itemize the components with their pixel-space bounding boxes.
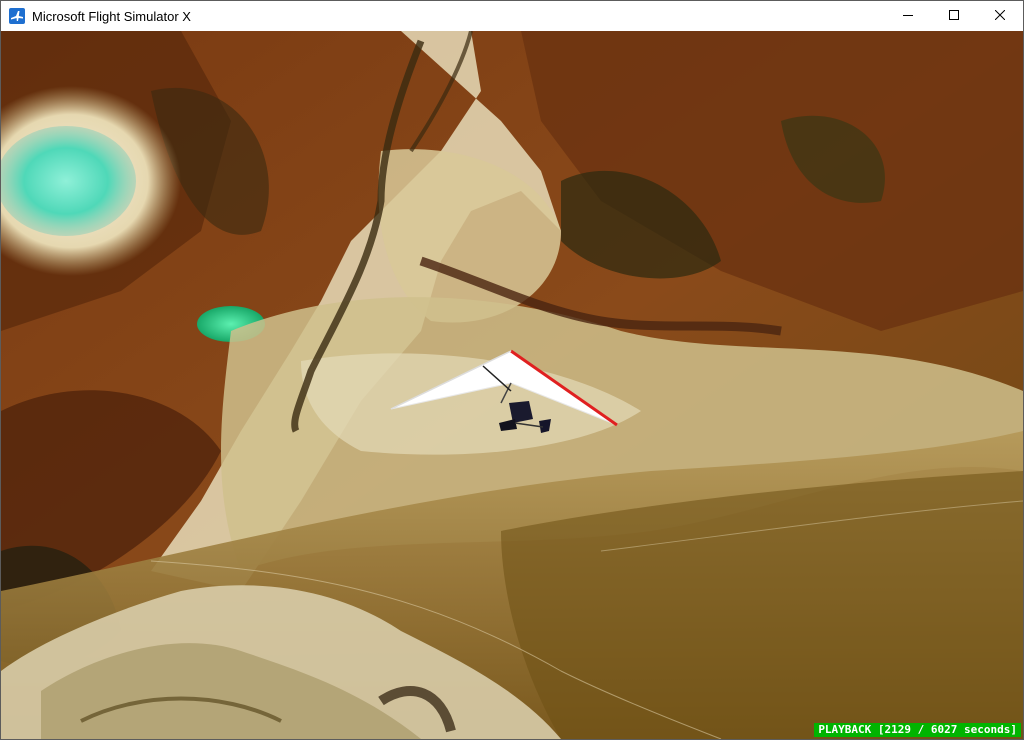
airplane-icon — [9, 8, 25, 24]
minimize-button[interactable] — [885, 1, 931, 31]
flight-sim-viewport[interactable]: PLAYBACK [2129 / 6027 seconds] — [1, 31, 1023, 739]
window-controls — [885, 1, 1023, 31]
close-icon — [994, 7, 1006, 25]
playback-status: PLAYBACK [2129 / 6027 seconds] — [814, 723, 1021, 737]
app-window: Microsoft Flight Simulator X PLAYBACK [2… — [0, 0, 1024, 740]
maximize-icon — [949, 7, 959, 25]
close-button[interactable] — [977, 1, 1023, 31]
minimize-icon — [903, 7, 913, 25]
maximize-button[interactable] — [931, 1, 977, 31]
terrain-scene — [1, 31, 1023, 739]
title-bar[interactable]: Microsoft Flight Simulator X — [1, 1, 1023, 31]
window-title: Microsoft Flight Simulator X — [32, 8, 191, 24]
